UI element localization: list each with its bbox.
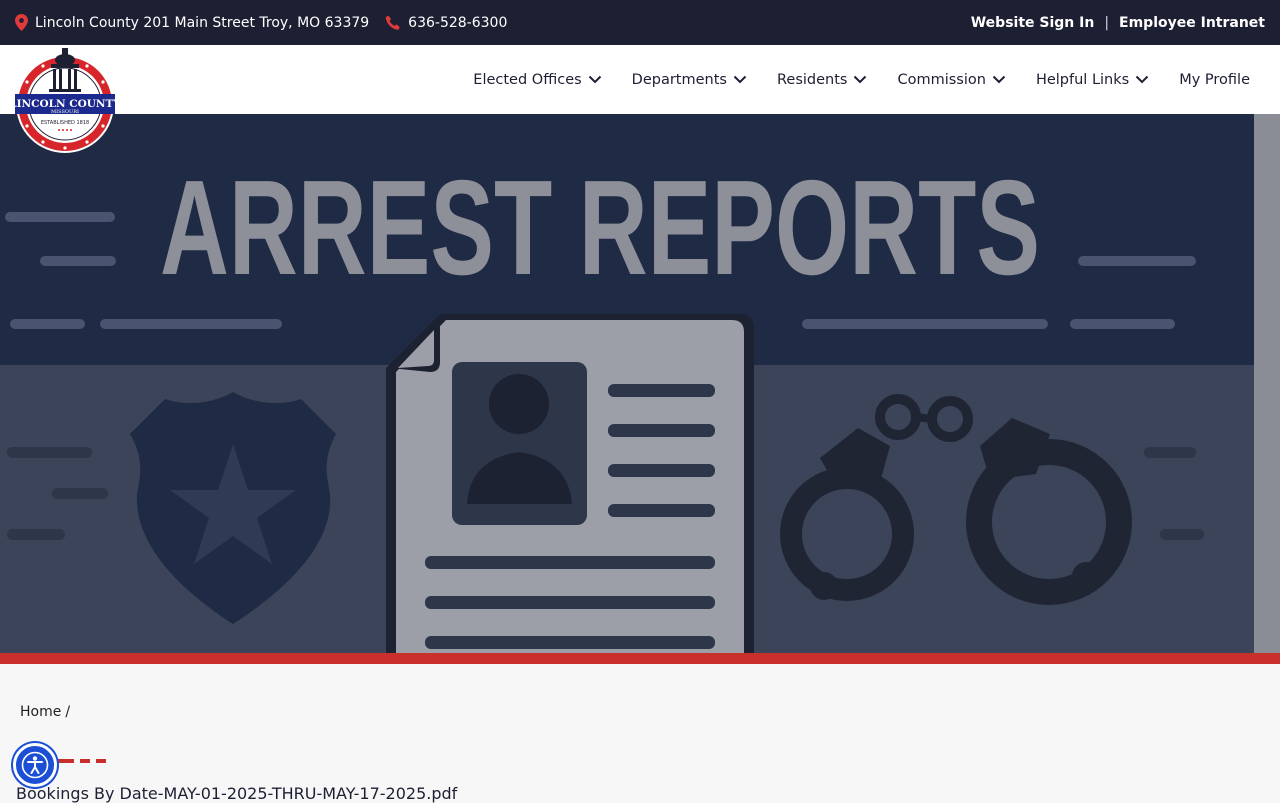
chevron-down-icon (733, 75, 747, 84)
hero-title: ARREST REPORTS (160, 152, 1040, 303)
county-seal-graphic: LINCOLN COUNTY MISSOURI ESTABLISHED 1818 (9, 48, 121, 153)
nav-my-profile[interactable]: My Profile (1179, 72, 1250, 88)
nav-commission[interactable]: Commission (897, 71, 1006, 88)
employee-intranet-link[interactable]: Employee Intranet (1119, 15, 1265, 31)
report-document-icon (386, 314, 754, 653)
document-title: Bookings By Date-MAY-01-2025-THRU-MAY-17… (16, 784, 458, 803)
logo-state: MISSOURI (51, 109, 79, 115)
nav-label: Departments (631, 71, 727, 88)
chevron-down-icon (1135, 75, 1149, 84)
main-navbar: Elected Offices Departments Residents Co… (0, 45, 1280, 114)
contact-info: Lincoln County 201 Main Street Troy, MO … (15, 14, 507, 31)
address-text: Lincoln County 201 Main Street Troy, MO … (35, 14, 370, 31)
accessibility-button[interactable] (13, 743, 57, 787)
nav-label: Residents (776, 71, 848, 88)
logo-established: ESTABLISHED 1818 (41, 120, 89, 126)
primary-nav: Elected Offices Departments Residents Co… (473, 45, 1250, 114)
arrest-reports-illustration: ARREST REPORTS (0, 114, 1280, 653)
nav-label: Commission (897, 71, 986, 88)
breadcrumb: Home / (20, 704, 70, 720)
phone-item[interactable]: 636-528-6300 (385, 15, 507, 31)
top-bar: Lincoln County 201 Main Street Troy, MO … (0, 0, 1280, 45)
nav-departments[interactable]: Departments (632, 72, 747, 88)
accent-dash (96, 759, 106, 763)
phone-icon (385, 15, 400, 30)
hero-banner: ARREST REPORTS (0, 114, 1280, 653)
breadcrumb-home-link[interactable]: Home (20, 704, 61, 720)
nav-elected-offices[interactable]: Elected Offices (473, 72, 601, 88)
nav-helpful-links[interactable]: Helpful Links (1036, 72, 1149, 88)
address-item[interactable]: Lincoln County 201 Main Street Troy, MO … (15, 14, 369, 31)
chevron-down-icon (854, 75, 867, 84)
nav-residents[interactable]: Residents (777, 72, 867, 88)
chevron-down-icon (992, 75, 1006, 84)
account-links: Website Sign In | Employee Intranet (971, 15, 1265, 31)
chevron-down-icon (588, 75, 601, 84)
phone-text: 636-528-6300 (408, 14, 508, 31)
hero-accent-bar (0, 653, 1280, 664)
page-content: Home / Bookings By Date-MAY-01-2025-THRU… (0, 664, 1280, 803)
breadcrumb-separator: / (65, 704, 71, 720)
map-pin-icon (15, 14, 28, 31)
accent-dash (80, 759, 90, 763)
nav-label: Elected Offices (473, 71, 582, 88)
nav-label: Helpful Links (1035, 71, 1130, 88)
link-separator: | (1104, 14, 1110, 31)
county-seal-logo[interactable]: LINCOLN COUNTY MISSOURI ESTABLISHED 1818 (9, 46, 121, 154)
title-accent-dashes (52, 759, 106, 763)
website-sign-in-link[interactable]: Website Sign In (971, 15, 1095, 31)
nav-label: My Profile (1179, 71, 1250, 88)
accessibility-icon (21, 751, 49, 779)
